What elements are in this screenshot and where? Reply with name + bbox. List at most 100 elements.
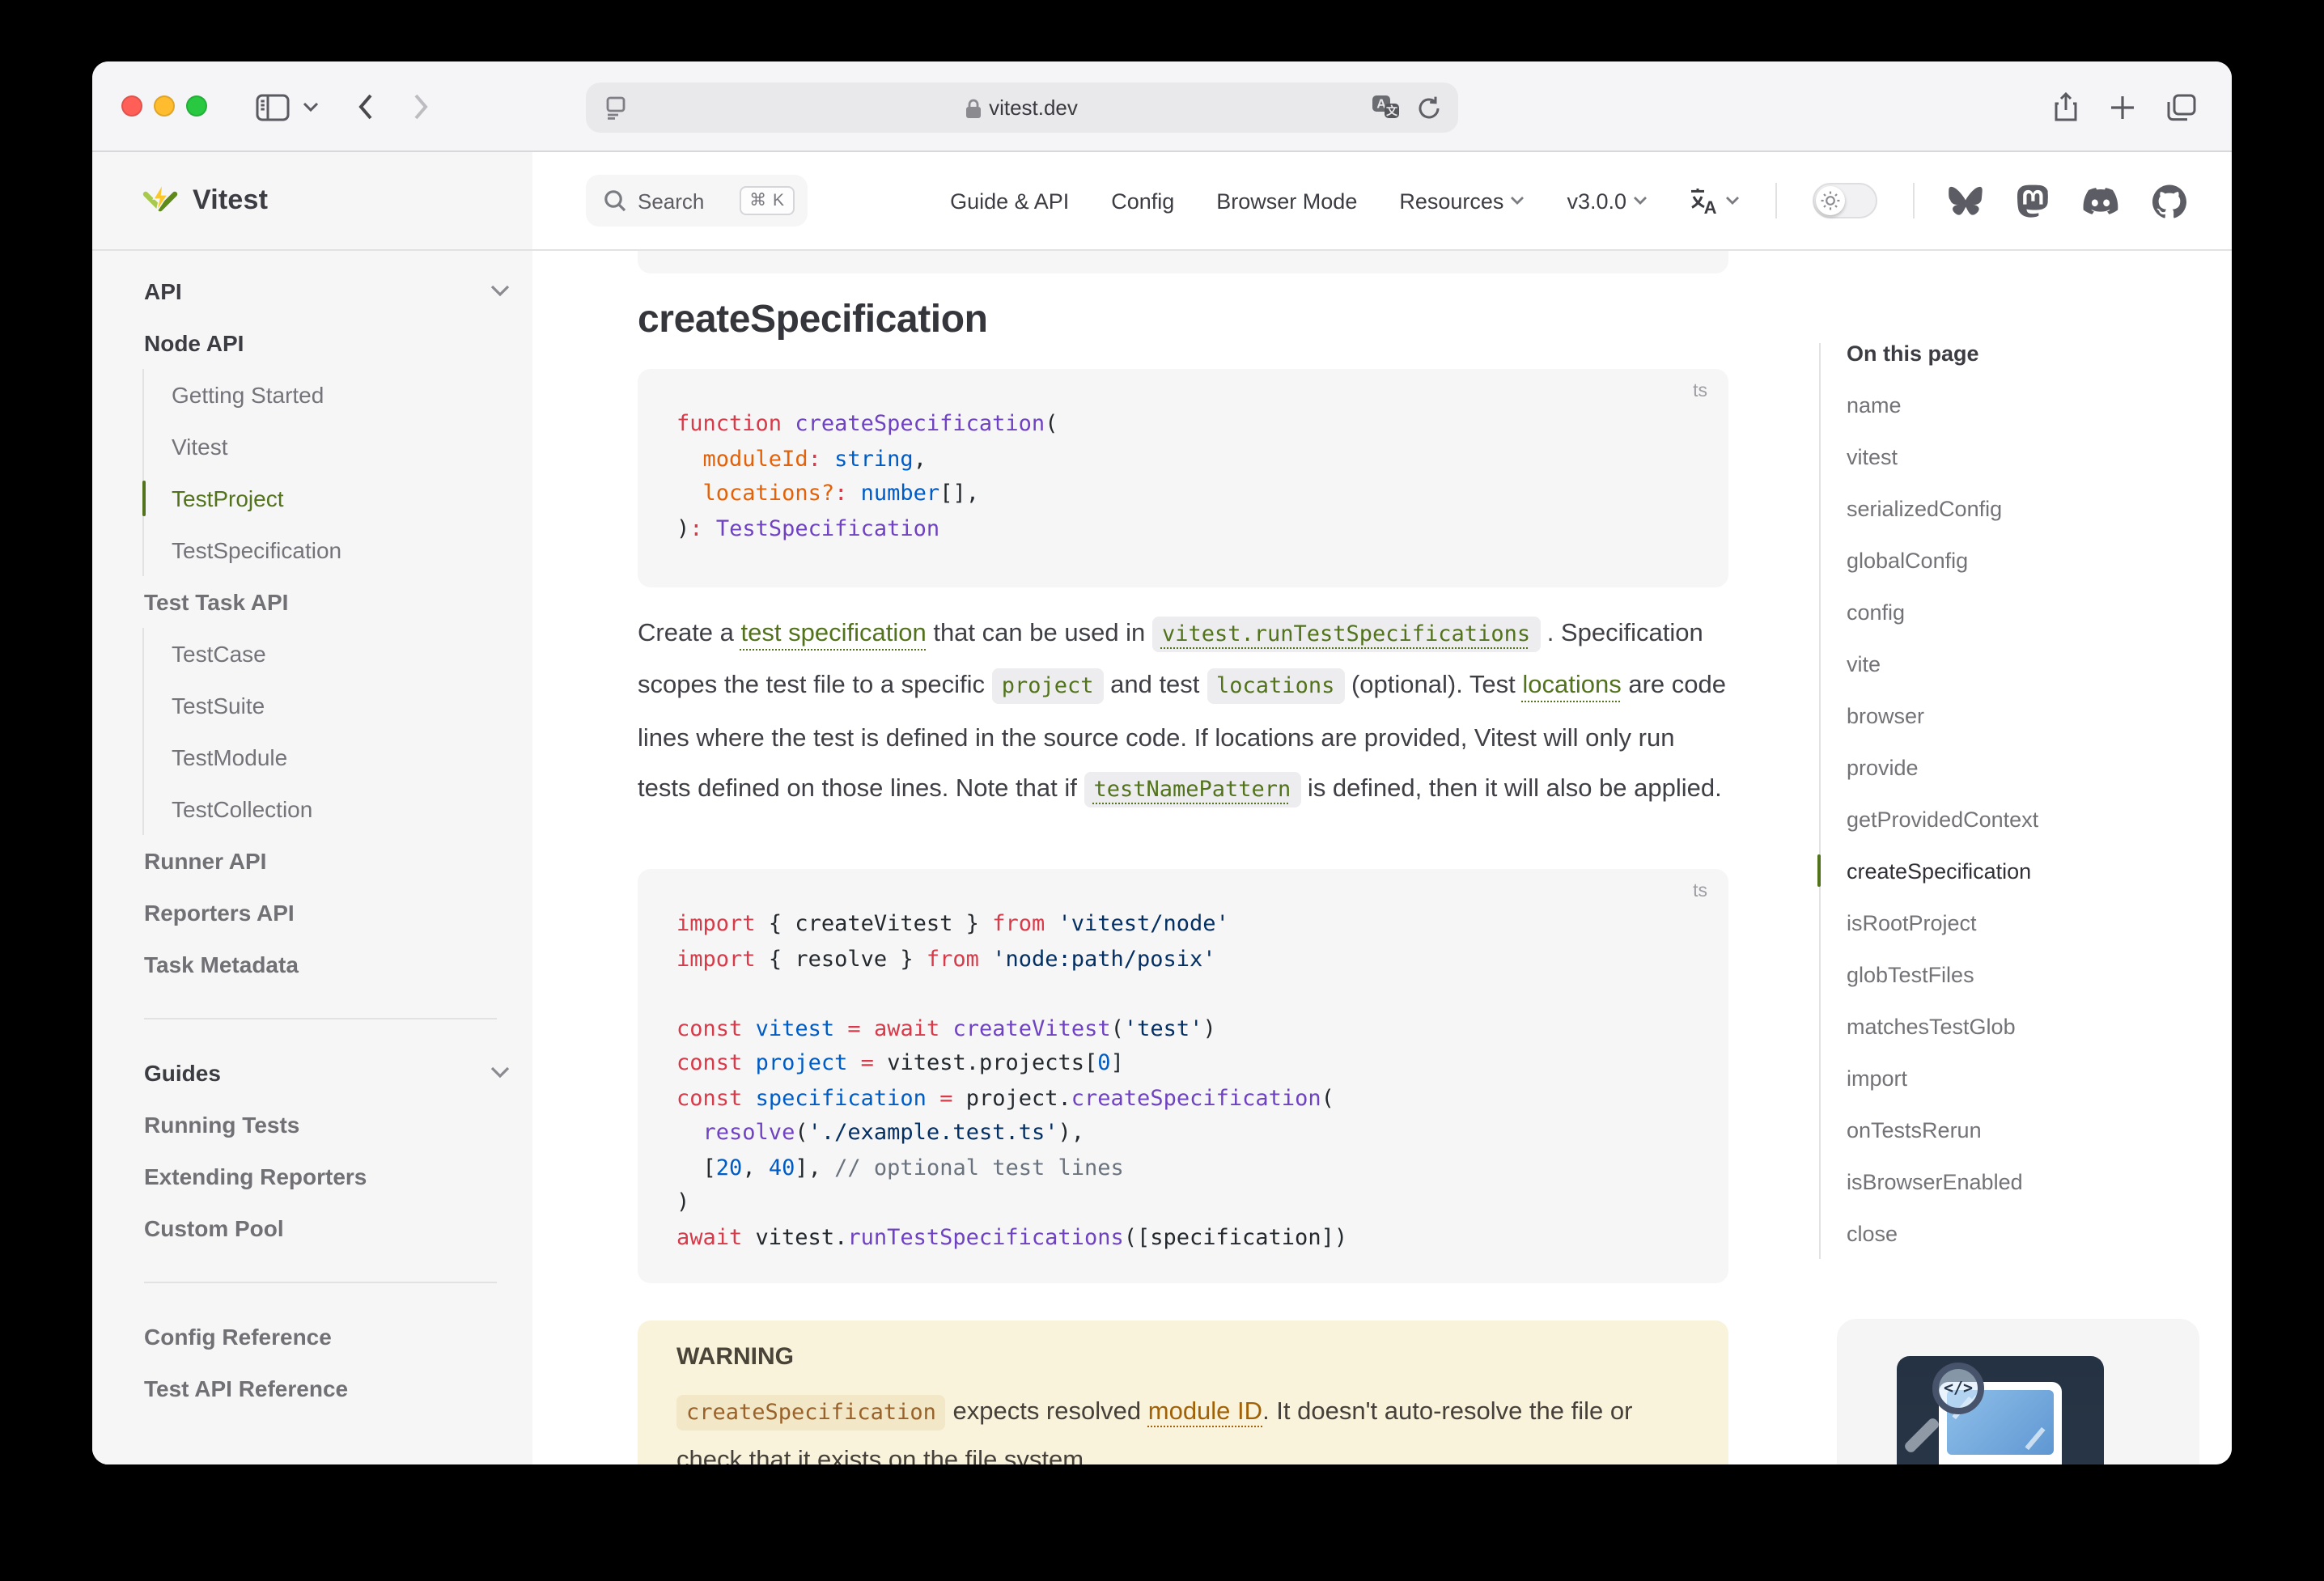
- translate-icon[interactable]: A文: [1372, 95, 1400, 120]
- nav-dropdown-resources[interactable]: Resources: [1399, 189, 1525, 213]
- page-content: Vitest Search ⌘ K Guide & API Config Bro…: [92, 152, 2232, 1464]
- outline-item-getprovidedcontext[interactable]: getProvidedContext: [1847, 793, 2219, 845]
- code-line: function createSpecification(: [676, 411, 1690, 446]
- sidebar-item-testcase[interactable]: TestCase: [172, 628, 510, 680]
- outline-item-import[interactable]: import: [1847, 1052, 2219, 1104]
- sidebar-item-testspecification[interactable]: TestSpecification: [172, 524, 510, 576]
- new-tab-icon[interactable]: [2102, 61, 2141, 152]
- search-input[interactable]: Search ⌘ K: [586, 175, 808, 227]
- doc-link-module-id[interactable]: module ID: [1148, 1398, 1262, 1426]
- url-bar[interactable]: vitest.dev A文: [586, 83, 1458, 133]
- outline-item-provide[interactable]: provide: [1847, 741, 2219, 793]
- text: Create a: [638, 620, 741, 647]
- sidebar-item-getting-started[interactable]: Getting Started: [172, 369, 510, 421]
- magnifier-code-icon: </>: [1932, 1363, 1984, 1414]
- outline-item-vite[interactable]: vite: [1847, 638, 2219, 689]
- close-window-button[interactable]: [121, 95, 142, 117]
- nav-separator: [1913, 183, 1915, 218]
- outline-item-matchestestglob[interactable]: matchesTestGlob: [1847, 1000, 2219, 1052]
- inline-code-locations: locations: [1207, 669, 1344, 705]
- outline-item-close[interactable]: close: [1847, 1207, 2219, 1259]
- reload-icon[interactable]: [1418, 95, 1440, 120]
- outline-title: On this page: [1847, 333, 1979, 372]
- chevron-down-icon[interactable]: [296, 61, 325, 152]
- browser-toolbar: vitest.dev A文: [92, 61, 2232, 152]
- language-switcher[interactable]: A: [1690, 187, 1740, 214]
- text: and test: [1104, 672, 1207, 700]
- share-icon[interactable]: [2046, 61, 2084, 152]
- code-block-signature[interactable]: ts function createSpecification( moduleI…: [638, 369, 1728, 587]
- sidebar-item-running-tests[interactable]: Running Tests: [144, 1099, 510, 1151]
- sidebar-item-config-reference[interactable]: Config Reference: [144, 1311, 510, 1363]
- main-content: createSpecification ts function createSp…: [638, 152, 1728, 1464]
- sidebar-section-guides[interactable]: Guides: [144, 1047, 510, 1099]
- forward-icon[interactable]: [403, 61, 439, 152]
- code-line: import { createVitest } from 'vitest/nod…: [676, 911, 1690, 946]
- vitest-logo[interactable]: Vitest: [141, 152, 268, 249]
- sidebar-group-test-task-api[interactable]: Test Task API: [144, 576, 510, 628]
- sidebar-item-vitest[interactable]: Vitest: [172, 421, 510, 473]
- inline-code-link-testnamepattern[interactable]: testNamePattern: [1084, 772, 1300, 807]
- sidebar-item-custom-pool[interactable]: Custom Pool: [144, 1202, 510, 1254]
- outline-item-createspecification[interactable]: createSpecification: [1847, 845, 2219, 896]
- code-block-example[interactable]: ts import { createVitest } from 'vitest/…: [638, 869, 1728, 1283]
- outline-item-serializedconfig[interactable]: serializedConfig: [1847, 482, 2219, 534]
- discord-icon[interactable]: [2083, 187, 2118, 214]
- minimize-window-button[interactable]: [154, 95, 175, 117]
- mastodon-icon[interactable]: [2017, 184, 2049, 218]
- ad-card[interactable]: </>: [1837, 1319, 2199, 1464]
- outline-item-name[interactable]: name: [1847, 379, 2219, 430]
- sidebar-divider: [144, 1282, 497, 1283]
- nav-divider: [92, 249, 2232, 251]
- sidebar-item-testproject[interactable]: TestProject: [172, 473, 510, 524]
- back-icon[interactable]: [348, 61, 384, 152]
- light-mode-knob: [1816, 186, 1845, 215]
- nav-dropdown-version[interactable]: v3.0.0: [1567, 189, 1648, 213]
- zoom-window-button[interactable]: [186, 95, 207, 117]
- outline-item-ontestsrerun[interactable]: onTestsRerun: [1847, 1104, 2219, 1155]
- sidebar-group-node-api[interactable]: Node API: [144, 317, 510, 369]
- sidebar-item-extending-reporters[interactable]: Extending Reporters: [144, 1151, 510, 1202]
- code-line: moduleId: string,: [676, 446, 1690, 481]
- text: that can be used in: [927, 620, 1152, 647]
- sidebar-toggle-icon[interactable]: [248, 61, 296, 152]
- doc-link-locations[interactable]: locations: [1522, 672, 1621, 700]
- sidebar-item-testsuite[interactable]: TestSuite: [172, 680, 510, 731]
- url-text: vitest.dev: [586, 95, 1458, 120]
- vitest-logo-icon: [141, 181, 180, 220]
- sidebar-item-testmodule[interactable]: TestModule: [172, 731, 510, 783]
- sidebar-section-api[interactable]: API: [144, 265, 510, 317]
- code-line: locations?: number[],: [676, 481, 1690, 515]
- chevron-down-icon: [1725, 196, 1740, 206]
- outline-item-config[interactable]: config: [1847, 586, 2219, 638]
- nav-link-browser-mode[interactable]: Browser Mode: [1216, 189, 1357, 213]
- github-icon[interactable]: [2152, 184, 2186, 218]
- warning-callout: WARNING createSpecification expects reso…: [638, 1320, 1728, 1464]
- inline-code-link-vitest-runtestspecifications[interactable]: vitest.runTestSpecifications: [1152, 617, 1540, 652]
- outline-item-globtestfiles[interactable]: globTestFiles: [1847, 948, 2219, 1000]
- sidebar-item-task-metadata[interactable]: Task Metadata: [144, 939, 510, 990]
- theme-toggle[interactable]: [1813, 183, 1877, 218]
- outline-item-vitest[interactable]: vitest: [1847, 430, 2219, 482]
- sidebar-item-runner-api[interactable]: Runner API: [144, 835, 510, 887]
- nav-link-config[interactable]: Config: [1111, 189, 1174, 213]
- tabs-overview-icon[interactable]: [2161, 61, 2203, 152]
- text: expects resolved: [946, 1398, 1148, 1426]
- doc-link-test-specification[interactable]: test specification: [741, 620, 927, 647]
- outline-item-isrootproject[interactable]: isRootProject: [1847, 896, 2219, 948]
- sidebar-tree: TestCaseTestSuiteTestModuleTestCollectio…: [142, 628, 510, 835]
- sidebar-item-test-api-reference[interactable]: Test API Reference: [144, 1363, 510, 1414]
- bluesky-icon[interactable]: [1949, 185, 1983, 216]
- text: is defined, then it will also be applied…: [1300, 775, 1721, 803]
- outline-item-isbrowserenabled[interactable]: isBrowserEnabled: [1847, 1155, 2219, 1207]
- outline-item-globalconfig[interactable]: globalConfig: [1847, 534, 2219, 586]
- page-title: createSpecification: [638, 298, 988, 343]
- site-title: Vitest: [193, 184, 268, 217]
- sidebar-item-reporters-api[interactable]: Reporters API: [144, 887, 510, 939]
- code-lang-badge: ts: [1693, 382, 1707, 401]
- outline-item-browser[interactable]: browser: [1847, 689, 2219, 741]
- outline-active-marker: [1817, 854, 1821, 887]
- nav-link-guide-api[interactable]: Guide & API: [950, 189, 1069, 213]
- outline-list: namevitestserializedConfigglobalConfigco…: [1847, 379, 2219, 1259]
- sidebar-item-testcollection[interactable]: TestCollection: [172, 783, 510, 835]
